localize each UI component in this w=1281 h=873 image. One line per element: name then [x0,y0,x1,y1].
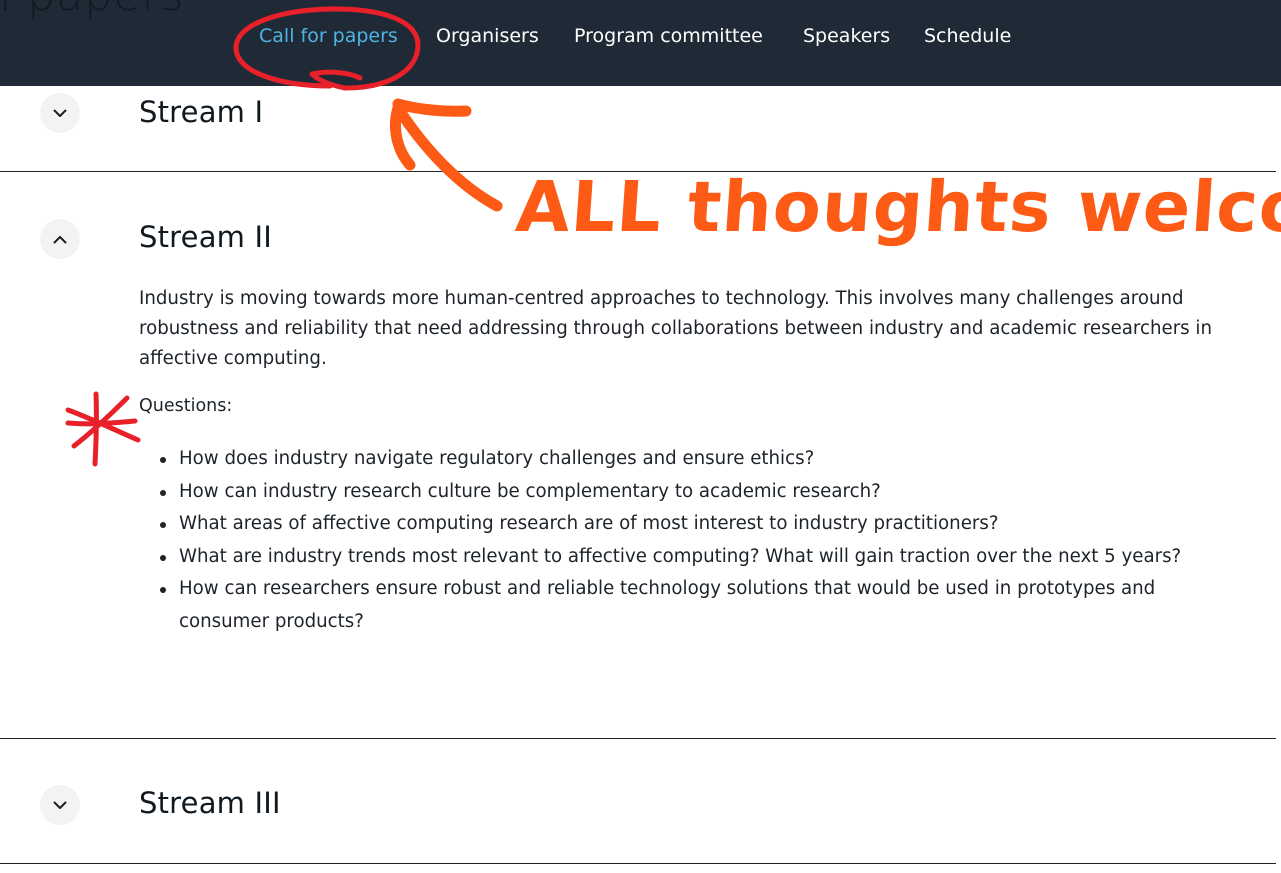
red-asterisk-annotation [65,391,141,467]
nav-program-committee[interactable]: Program committee [574,25,763,47]
question-text: How can researchers ensure robust and re… [179,578,1156,632]
list-item: What areas of affective computing resear… [139,508,1239,541]
stream-2-title[interactable]: Stream II [139,220,272,254]
chevron-down-icon [53,801,67,809]
bullet-icon [160,522,166,528]
annotation-overlay [65,6,503,467]
bullet-icon [160,554,166,561]
top-navbar: ll papers Call for papers Organisers Pro… [0,0,1281,86]
nav-schedule[interactable]: Schedule [924,25,1011,47]
divider [0,863,1276,864]
orange-arrow-annotation [390,98,503,212]
list-item: What are industry trends most relevant t… [139,541,1239,574]
nav-organisers[interactable]: Organisers [436,25,539,47]
bullet-icon [160,457,166,463]
nav-speakers[interactable]: Speakers [803,25,890,47]
stream-3-title[interactable]: Stream III [139,786,281,820]
list-item: How can researchers ensure robust and re… [139,573,1239,638]
chevron-up-icon [53,235,67,243]
stream-3-expand-button[interactable] [40,785,80,825]
list-item: How does industry navigate regulatory ch… [139,443,1239,476]
chevron-down-icon [53,109,67,117]
page-title-behind-nav: ll papers [0,0,184,21]
questions-list: How does industry navigate regulatory ch… [139,443,1239,638]
question-text: What areas of affective computing resear… [179,513,999,534]
question-text: How can industry research culture be com… [179,480,881,502]
nav-call-for-papers[interactable]: Call for papers [259,25,398,47]
questions-heading: Questions: [139,396,233,416]
divider [0,738,1276,739]
bullet-icon [160,587,166,593]
handwritten-note: ALL thoughts welcome ! [513,166,1281,248]
question-text: How does industry navigate regulatory ch… [179,448,815,469]
stream-2-description: Industry is moving towards more human-ce… [139,288,1213,369]
stream-1-title[interactable]: Stream I [139,95,263,129]
list-item: How can industry research culture be com… [139,476,1239,509]
question-text: What are industry trends most relevant t… [179,545,1182,567]
bullet-icon [160,489,166,496]
stream-1-expand-button[interactable] [40,93,80,133]
stream-2-collapse-button[interactable] [40,219,80,259]
